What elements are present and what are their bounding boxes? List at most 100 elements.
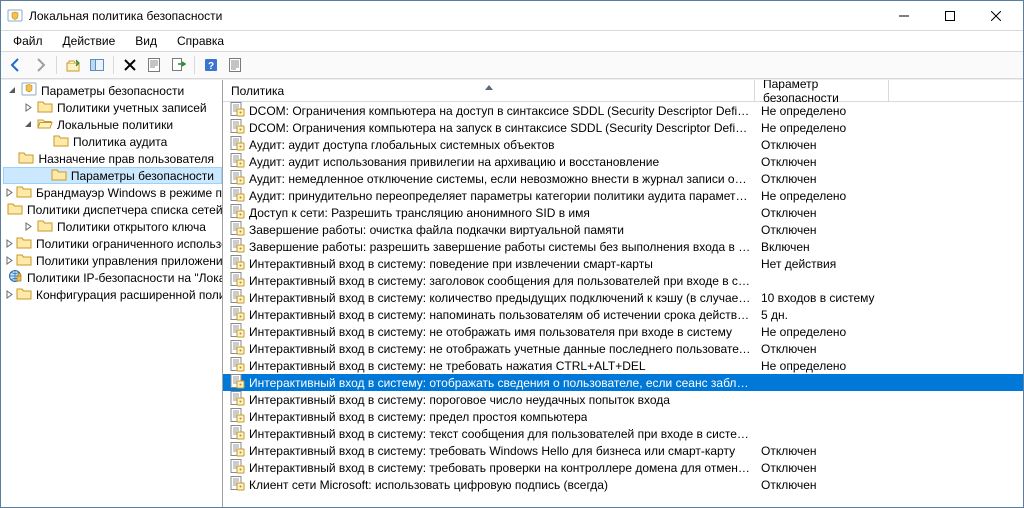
menu-action[interactable]: Действие — [55, 32, 124, 50]
tree-item-acct[interactable]: Политики учетных записей — [3, 99, 222, 116]
list-row[interactable]: Интерактивный вход в систему: напоминать… — [223, 306, 1023, 323]
list-body[interactable]: DCOM: Ограничения компьютера на доступ в… — [223, 102, 1023, 507]
menu-view[interactable]: Вид — [127, 32, 165, 50]
export-button[interactable] — [167, 54, 189, 76]
list-row[interactable]: Интерактивный вход в систему: требовать … — [223, 442, 1023, 459]
list-row[interactable]: Аудит: немедленное отключение системы, е… — [223, 170, 1023, 187]
policy-icon — [229, 475, 245, 494]
list-row[interactable]: Интерактивный вход в систему: отображать… — [223, 374, 1023, 391]
list-row[interactable]: Аудит: аудит доступа глобальных системны… — [223, 136, 1023, 153]
up-button[interactable] — [62, 54, 84, 76]
list-row[interactable]: Доступ к сети: Разрешить трансляцию анон… — [223, 204, 1023, 221]
tree-item-local[interactable]: Локальные политики — [3, 116, 222, 133]
toolbar-separator — [56, 56, 57, 74]
column-label: Параметр безопасности — [763, 80, 880, 105]
folder-open-icon — [37, 115, 53, 134]
policy-name: Интерактивный вход в систему: количество… — [249, 291, 751, 305]
policy-name: Интерактивный вход в систему: не отображ… — [249, 342, 751, 356]
toolbar-separator — [194, 56, 195, 74]
list-row[interactable]: Интерактивный вход в систему: предел про… — [223, 408, 1023, 425]
policy-name: Аудит: аудит использования привилегии на… — [249, 155, 659, 169]
expand-icon[interactable] — [21, 220, 35, 234]
expand-icon[interactable] — [5, 288, 14, 302]
expand-icon[interactable] — [21, 101, 35, 115]
tree-item-ipsec[interactable]: Политики IP-безопасности на "Локальный к… — [3, 269, 222, 286]
sort-asc-icon — [485, 80, 493, 93]
folder-icon — [51, 166, 67, 185]
tree-item-advaudit[interactable]: Конфигурация расширенной политики аудита — [3, 286, 222, 303]
refresh-button[interactable] — [224, 54, 246, 76]
tree-item-srp[interactable]: Политики ограниченного использования про… — [3, 235, 222, 252]
collapse-icon[interactable] — [21, 118, 35, 132]
policy-value: 10 входов в систему — [755, 291, 889, 305]
list-row[interactable]: Интерактивный вход в систему: не требова… — [223, 357, 1023, 374]
tree-item-label: Политика аудита — [71, 135, 169, 149]
list-row[interactable]: Интерактивный вход в систему: требовать … — [223, 459, 1023, 476]
tree-item-audit[interactable]: Политика аудита — [3, 133, 222, 150]
policy-value: Нет действия — [755, 257, 889, 271]
menu-help[interactable]: Справка — [169, 32, 232, 50]
maximize-button[interactable] — [927, 1, 973, 31]
policy-value: Отключен — [755, 461, 889, 475]
list-row[interactable]: DCOM: Ограничения компьютера на доступ в… — [223, 102, 1023, 119]
tree-item-fw[interactable]: Брандмауэр Windows в режиме повышенной б… — [3, 184, 222, 201]
minimize-button[interactable] — [881, 1, 927, 31]
policy-value: Отключен — [755, 155, 889, 169]
list-row[interactable]: Интерактивный вход в систему: не отображ… — [223, 323, 1023, 340]
list-row[interactable]: Интерактивный вход в систему: текст сооб… — [223, 425, 1023, 442]
policy-name: Интерактивный вход в систему: требовать … — [249, 444, 735, 458]
list-row[interactable]: Интерактивный вход в систему: поведение … — [223, 255, 1023, 272]
column-label: Политика — [231, 84, 284, 98]
list-row[interactable]: Завершение работы: разрешить завершение … — [223, 238, 1023, 255]
list-row[interactable]: Интерактивный вход в систему: не отображ… — [223, 340, 1023, 357]
folder-icon — [18, 149, 34, 168]
back-button[interactable] — [5, 54, 27, 76]
column-header-setting[interactable]: Параметр безопасности — [755, 80, 889, 101]
tree-item-label: Параметры безопасности — [69, 169, 216, 183]
policy-name: Интерактивный вход в систему: текст сооб… — [249, 427, 751, 441]
expand-icon[interactable] — [5, 237, 14, 251]
policy-value: Отключен — [755, 444, 889, 458]
body: Параметры безопасностиПолитики учетных з… — [1, 79, 1023, 507]
close-button[interactable] — [973, 1, 1019, 31]
expander-placeholder — [13, 152, 16, 166]
tree-item-root[interactable]: Параметры безопасности — [3, 82, 222, 99]
help-button[interactable]: ? — [200, 54, 222, 76]
policy-name: Завершение работы: разрешить завершение … — [249, 240, 751, 254]
policy-name: DCOM: Ограничения компьютера на доступ в… — [249, 104, 751, 118]
tree-panel[interactable]: Параметры безопасностиПолитики учетных з… — [1, 80, 223, 507]
properties-button[interactable] — [143, 54, 165, 76]
delete-button[interactable] — [119, 54, 141, 76]
policy-name: Интерактивный вход в систему: предел про… — [249, 410, 587, 424]
expand-icon[interactable] — [5, 254, 14, 268]
folder-icon — [7, 200, 23, 219]
list-row[interactable]: Завершение работы: очистка файла подкачк… — [223, 221, 1023, 238]
list-row[interactable]: Аудит: принудительно переопределяет пара… — [223, 187, 1023, 204]
tree-item-appctrl[interactable]: Политики управления приложениями — [3, 252, 222, 269]
collapse-icon[interactable] — [5, 84, 19, 98]
column-header-policy[interactable]: Политика — [223, 80, 755, 101]
show-hide-tree-button[interactable] — [86, 54, 108, 76]
list-row[interactable]: Аудит: аудит использования привилегии на… — [223, 153, 1023, 170]
tree-item-nlm[interactable]: Политики диспетчера списка сетей — [3, 201, 222, 218]
forward-button[interactable] — [29, 54, 51, 76]
expand-icon[interactable] — [5, 186, 14, 200]
list-row[interactable]: Интерактивный вход в систему: заголовок … — [223, 272, 1023, 289]
menu-file[interactable]: Файл — [5, 32, 51, 50]
policy-name: Аудит: принудительно переопределяет пара… — [249, 189, 751, 203]
tree-item-secopts[interactable]: Параметры безопасности — [3, 167, 222, 184]
list-row[interactable]: Интерактивный вход в систему: количество… — [223, 289, 1023, 306]
tree-item-label: Политики ограниченного использования про… — [34, 237, 223, 251]
tree-item-label: Политики управления приложениями — [34, 254, 223, 268]
tree-item-rights[interactable]: Назначение прав пользователя — [3, 150, 222, 167]
tree-item-label: Конфигурация расширенной политики аудита — [34, 288, 223, 302]
list-header: Политика Параметр безопасности — [223, 80, 1023, 102]
list-row[interactable]: DCOM: Ограничения компьютера на запуск в… — [223, 119, 1023, 136]
tree-item-label: Локальные политики — [55, 118, 175, 132]
list-row[interactable]: Клиент сети Microsoft: использовать цифр… — [223, 476, 1023, 493]
tree-item-pk[interactable]: Политики открытого ключа — [3, 218, 222, 235]
app-window: Локальная политика безопасности Файл Дей… — [0, 0, 1024, 508]
column-header-empty[interactable] — [889, 80, 1023, 101]
list-row[interactable]: Интерактивный вход в систему: пороговое … — [223, 391, 1023, 408]
policy-cell: Клиент сети Microsoft: использовать цифр… — [223, 475, 755, 494]
